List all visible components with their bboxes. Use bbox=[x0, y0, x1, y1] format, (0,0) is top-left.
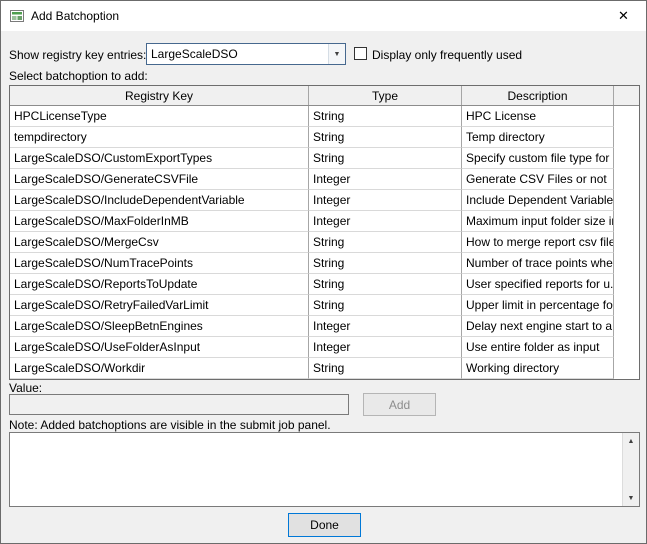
registry-entries-dropdown[interactable]: LargeScaleDSO ▼ bbox=[146, 43, 346, 65]
scroll-up-icon[interactable]: ▲ bbox=[623, 433, 639, 449]
column-header-type[interactable]: Type bbox=[309, 86, 462, 105]
cell-type: Integer bbox=[309, 190, 462, 211]
done-button[interactable]: Done bbox=[288, 513, 361, 537]
row-gutter bbox=[614, 358, 639, 379]
table-row[interactable]: LargeScaleDSO/RetryFailedVarLimit String… bbox=[10, 295, 639, 316]
table-header-row: Registry Key Type Description bbox=[10, 86, 639, 106]
cell-registry-key: LargeScaleDSO/UseFolderAsInput bbox=[10, 337, 309, 358]
cell-type: String bbox=[309, 148, 462, 169]
cell-description: Upper limit in percentage fo... bbox=[462, 295, 614, 316]
table-row[interactable]: tempdirectory String Temp directory bbox=[10, 127, 639, 148]
cell-registry-key: LargeScaleDSO/GenerateCSVFile bbox=[10, 169, 309, 190]
cell-type: String bbox=[309, 127, 462, 148]
table-row[interactable]: LargeScaleDSO/UseFolderAsInput Integer U… bbox=[10, 337, 639, 358]
cell-description: Maximum input folder size in... bbox=[462, 211, 614, 232]
cell-registry-key: tempdirectory bbox=[10, 127, 309, 148]
table-row[interactable]: LargeScaleDSO/CustomExportTypes String S… bbox=[10, 148, 639, 169]
table-row[interactable]: LargeScaleDSO/Workdir String Working dir… bbox=[10, 358, 639, 379]
cell-type: String bbox=[309, 295, 462, 316]
close-icon[interactable]: ✕ bbox=[601, 1, 646, 31]
cell-description: How to merge report csv files bbox=[462, 232, 614, 253]
row-gutter bbox=[614, 148, 639, 169]
scroll-down-icon[interactable]: ▼ bbox=[623, 490, 639, 506]
cell-description: HPC License bbox=[462, 106, 614, 127]
registry-entries-value: LargeScaleDSO bbox=[151, 47, 238, 61]
table-row[interactable]: LargeScaleDSO/MergeCsv String How to mer… bbox=[10, 232, 639, 253]
cell-type: String bbox=[309, 274, 462, 295]
cell-type: Integer bbox=[309, 211, 462, 232]
cell-type: String bbox=[309, 253, 462, 274]
app-icon bbox=[9, 8, 25, 24]
cell-description: Temp directory bbox=[462, 127, 614, 148]
note-text: Note: Added batchoptions are visible in … bbox=[9, 418, 331, 432]
frequently-used-checkbox[interactable] bbox=[354, 47, 367, 60]
table-row[interactable]: LargeScaleDSO/MaxFolderInMB Integer Maxi… bbox=[10, 211, 639, 232]
add-button: Add bbox=[363, 393, 436, 416]
column-header-registry-key[interactable]: Registry Key bbox=[10, 86, 309, 105]
row-gutter bbox=[614, 211, 639, 232]
row-gutter bbox=[614, 169, 639, 190]
row-gutter bbox=[614, 337, 639, 358]
table-row[interactable]: LargeScaleDSO/ReportsToUpdate String Use… bbox=[10, 274, 639, 295]
table-row[interactable]: LargeScaleDSO/IncludeDependentVariable I… bbox=[10, 190, 639, 211]
cell-description: Working directory bbox=[462, 358, 614, 379]
row-gutter bbox=[614, 106, 639, 127]
cell-type: String bbox=[309, 106, 462, 127]
cell-registry-key: LargeScaleDSO/MaxFolderInMB bbox=[10, 211, 309, 232]
batchoption-table: Registry Key Type Description HPCLicense… bbox=[9, 85, 640, 380]
registry-entries-label: Show registry key entries: bbox=[9, 48, 147, 62]
vertical-scrollbar[interactable]: ▲ ▼ bbox=[622, 433, 639, 506]
cell-type: String bbox=[309, 358, 462, 379]
cell-description: User specified reports for u... bbox=[462, 274, 614, 295]
cell-registry-key: HPCLicenseType bbox=[10, 106, 309, 127]
row-gutter bbox=[614, 190, 639, 211]
cell-registry-key: LargeScaleDSO/CustomExportTypes bbox=[10, 148, 309, 169]
cell-type: Integer bbox=[309, 169, 462, 190]
cell-type: Integer bbox=[309, 337, 462, 358]
table-row[interactable]: HPCLicenseType String HPC License bbox=[10, 106, 639, 127]
row-gutter bbox=[614, 127, 639, 148]
column-header-gutter bbox=[614, 86, 639, 105]
add-batchoption-dialog: Add Batchoption ✕ Show registry key entr… bbox=[0, 0, 647, 544]
table-row[interactable]: LargeScaleDSO/GenerateCSVFile Integer Ge… bbox=[10, 169, 639, 190]
select-batchoption-label: Select batchoption to add: bbox=[9, 69, 148, 83]
cell-registry-key: LargeScaleDSO/RetryFailedVarLimit bbox=[10, 295, 309, 316]
cell-description: Include Dependent Variable ... bbox=[462, 190, 614, 211]
cell-type: Integer bbox=[309, 316, 462, 337]
row-gutter bbox=[614, 253, 639, 274]
value-input[interactable] bbox=[9, 394, 349, 415]
cell-registry-key: LargeScaleDSO/NumTracePoints bbox=[10, 253, 309, 274]
titlebar: Add Batchoption ✕ bbox=[1, 1, 646, 31]
row-gutter bbox=[614, 232, 639, 253]
added-batchoptions-content bbox=[10, 433, 622, 506]
window-title: Add Batchoption bbox=[31, 9, 120, 23]
column-header-description[interactable]: Description bbox=[462, 86, 614, 105]
cell-description: Generate CSV Files or not bbox=[462, 169, 614, 190]
value-label: Value: bbox=[9, 381, 43, 395]
cell-description: Specify custom file type for ... bbox=[462, 148, 614, 169]
cell-type: String bbox=[309, 232, 462, 253]
cell-registry-key: LargeScaleDSO/MergeCsv bbox=[10, 232, 309, 253]
row-gutter bbox=[614, 274, 639, 295]
row-gutter bbox=[614, 316, 639, 337]
cell-description: Number of trace points whe... bbox=[462, 253, 614, 274]
cell-registry-key: LargeScaleDSO/IncludeDependentVariable bbox=[10, 190, 309, 211]
frequently-used-label: Display only frequently used bbox=[372, 48, 523, 62]
table-row[interactable]: LargeScaleDSO/SleepBetnEngines Integer D… bbox=[10, 316, 639, 337]
row-gutter bbox=[614, 295, 639, 316]
cell-description: Use entire folder as input bbox=[462, 337, 614, 358]
chevron-down-icon[interactable]: ▼ bbox=[328, 44, 345, 64]
table-row[interactable]: LargeScaleDSO/NumTracePoints String Numb… bbox=[10, 253, 639, 274]
cell-registry-key: LargeScaleDSO/ReportsToUpdate bbox=[10, 274, 309, 295]
added-batchoptions-panel[interactable]: ▲ ▼ bbox=[9, 432, 640, 507]
cell-registry-key: LargeScaleDSO/Workdir bbox=[10, 358, 309, 379]
cell-description: Delay next engine start to a... bbox=[462, 316, 614, 337]
cell-registry-key: LargeScaleDSO/SleepBetnEngines bbox=[10, 316, 309, 337]
